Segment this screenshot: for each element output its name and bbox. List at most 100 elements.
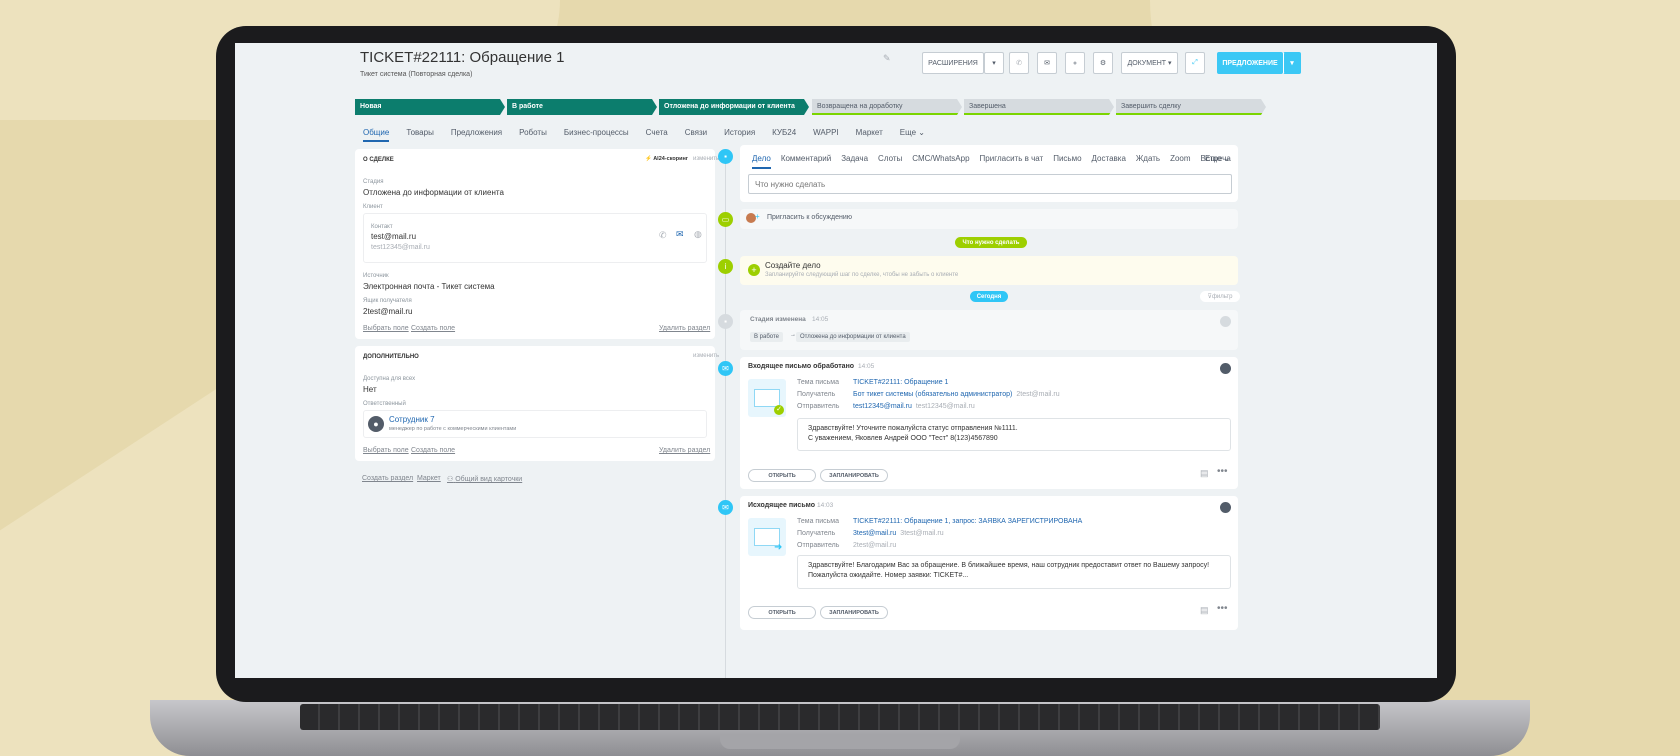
mail-button[interactable]: ✉	[1037, 52, 1057, 74]
ai-scoring-link[interactable]: ⚡ AI24-скоринг	[645, 156, 688, 162]
stage-finish-deal[interactable]: Завершить сделку	[1116, 99, 1266, 115]
tab-more[interactable]: Еще ⌄	[1205, 154, 1230, 163]
tab-invite-chat[interactable]: Пригласить в чат	[980, 154, 1044, 169]
settings-button[interactable]: ⚙	[1093, 52, 1113, 74]
skype-button[interactable]: ●	[1065, 52, 1085, 74]
recipient-email: 3test@mail.ru	[900, 530, 944, 537]
tab-invoices[interactable]: Счета	[646, 128, 668, 142]
mail-icon: ✉	[718, 500, 733, 515]
tab-business-processes[interactable]: Бизнес-процессы	[564, 128, 629, 142]
stage-in-work[interactable]: В работе	[507, 99, 657, 115]
crm-screen: TICKET#22111: Обращение 1 ✎ Тикет систем…	[235, 43, 1437, 678]
tab-slots[interactable]: Слоты	[878, 154, 902, 169]
comment-icon: ▭	[718, 212, 733, 227]
tab-task[interactable]: Задача	[841, 154, 868, 169]
gear-icon: ⚙	[1099, 60, 1107, 67]
document-button[interactable]: ДОКУМЕНТ ▾	[1121, 52, 1178, 74]
invite-row[interactable]: + Пригласить к обсуждению	[740, 209, 1238, 229]
more-icon[interactable]: •••	[1217, 603, 1228, 614]
mail-icon: ✉	[718, 361, 733, 376]
extensions-dropdown-button[interactable]: ▾	[984, 52, 1004, 74]
note-icon[interactable]: ▤	[1200, 468, 1209, 479]
deal-category[interactable]: Тикет система (Повторная сделка)	[360, 71, 472, 78]
activity-tabs: Дело Комментарий Задача Слоты СМС/WhatsA…	[752, 154, 1231, 169]
change-link[interactable]: изменить	[693, 353, 719, 359]
tab-offers[interactable]: Предложения	[451, 128, 502, 142]
fullscreen-button[interactable]: ⤢	[1185, 52, 1205, 74]
tab-comment[interactable]: Комментарий	[781, 154, 831, 169]
open-button[interactable]: ОТКРЫТЬ	[748, 606, 816, 619]
extensions-button[interactable]: РАСШИРЕНИЯ	[922, 52, 984, 74]
filter-button[interactable]: ⊽ фильтр	[1200, 291, 1240, 302]
plus-icon: +	[748, 264, 760, 276]
offer-dropdown-button[interactable]: ▾	[1283, 52, 1301, 74]
tab-more[interactable]: Еще ⌄	[900, 128, 925, 142]
recipient-value[interactable]: 3test@mail.ru	[853, 530, 896, 537]
create-field-link[interactable]: Создать поле	[411, 447, 455, 454]
stage-postponed[interactable]: Отложена до информации от клиента	[659, 99, 809, 115]
tab-wappi[interactable]: WAPPI	[813, 128, 838, 142]
tab-kub24[interactable]: КУБ24	[772, 128, 796, 142]
incoming-body: Здравствуйте! Уточните пожалуйста статус…	[797, 418, 1231, 451]
recipient-value[interactable]: Бот тикет системы (обязательно администр…	[853, 391, 1012, 398]
plan-button[interactable]: ЗАПЛАНИРОВАТЬ	[820, 469, 888, 482]
stage-completed[interactable]: Завершена	[964, 99, 1114, 115]
employee-name[interactable]: Сотрудник 7	[389, 415, 435, 424]
recipient-email: 2test@mail.ru	[1016, 391, 1060, 398]
activity-editor: Дело Комментарий Задача Слоты СМС/WhatsA…	[740, 145, 1238, 202]
arrow-right-icon: ➜	[774, 542, 783, 553]
offer-button[interactable]: ПРЕДЛОЖЕНИЕ	[1217, 52, 1283, 74]
create-activity-block[interactable]: + Создайте дело Запланируйте следующий ш…	[740, 256, 1238, 285]
delete-section-link[interactable]: Удалить раздел	[659, 325, 710, 332]
market-link[interactable]: Маркет	[417, 475, 441, 482]
body-line: Здравствуйте! Благодарим Вас за обращени…	[808, 562, 1210, 569]
stage-change-item: Стадия изменена 14:05 В работе → Отложен…	[740, 310, 1238, 350]
skype-icon[interactable]: ◍	[694, 229, 702, 240]
select-field-link[interactable]: Выбрать поле	[363, 325, 409, 332]
create-activity-hint: Запланируйте следующий шаг по сделке, чт…	[765, 272, 959, 278]
mail-icon[interactable]: ✉	[676, 229, 684, 240]
mailbox-value: 2test@mail.ru	[363, 307, 413, 316]
change-link[interactable]: изменить	[693, 156, 719, 162]
todo-input[interactable]	[748, 174, 1232, 194]
outgoing-body: Здравствуйте! Благодарим Вас за обращени…	[797, 555, 1231, 589]
phone-icon[interactable]: ✆	[659, 230, 667, 241]
chevron-down-icon: ▾	[1168, 60, 1172, 67]
tab-email[interactable]: Письмо	[1053, 154, 1081, 169]
tab-history[interactable]: История	[724, 128, 755, 142]
plan-button[interactable]: ЗАПЛАНИРОВАТЬ	[820, 606, 888, 619]
pencil-icon[interactable]: ✎	[883, 53, 891, 64]
create-field-link[interactable]: Создать поле	[411, 325, 455, 332]
outgoing-details: Тема письма TICKET#22111: Обращение 1, за…	[797, 518, 1082, 554]
stage-returned[interactable]: Возвращена на доработку	[812, 99, 962, 115]
tab-delivery[interactable]: Доставка	[1092, 154, 1126, 169]
phone-button[interactable]: ✆	[1009, 52, 1029, 74]
laptop-notch	[720, 735, 960, 749]
note-icon[interactable]: ▤	[1200, 605, 1209, 616]
tab-general[interactable]: Общие	[363, 128, 390, 142]
stage-from: В работе	[750, 332, 784, 342]
tab-market[interactable]: Маркет	[856, 128, 883, 142]
tab-robots[interactable]: Роботы	[519, 128, 547, 142]
delete-section-link[interactable]: Удалить раздел	[659, 447, 710, 454]
subject-value[interactable]: TICKET#22111: Обращение 1	[853, 379, 948, 386]
open-button[interactable]: ОТКРЫТЬ	[748, 469, 816, 482]
create-section-link[interactable]: Создать раздел	[362, 475, 413, 482]
tab-zoom[interactable]: Zoom	[1170, 154, 1190, 169]
select-field-link[interactable]: Выбрать поле	[363, 447, 409, 454]
phone-icon: ✆	[1016, 60, 1022, 67]
tab-deal[interactable]: Дело	[752, 154, 771, 169]
card-view-link[interactable]: ⚇ Общий вид карточки	[447, 475, 522, 483]
tab-sms[interactable]: СМС/WhatsApp	[912, 154, 969, 169]
stage-change-icon: ▪	[718, 314, 733, 329]
tab-links[interactable]: Связи	[685, 128, 707, 142]
contact-name[interactable]: test@mail.ru	[371, 232, 416, 241]
tab-more-label: Еще	[899, 128, 917, 137]
sender-value[interactable]: test12345@mail.ru	[853, 403, 912, 410]
stage-new[interactable]: Новая	[355, 99, 505, 115]
more-icon[interactable]: •••	[1217, 466, 1228, 477]
tab-products[interactable]: Товары	[406, 128, 434, 142]
tab-wait[interactable]: Ждать	[1136, 154, 1160, 169]
subject-value[interactable]: TICKET#22111: Обращение 1, запрос: ЗАЯВК…	[853, 518, 1082, 525]
access-label: Доступна для всех	[363, 376, 416, 382]
